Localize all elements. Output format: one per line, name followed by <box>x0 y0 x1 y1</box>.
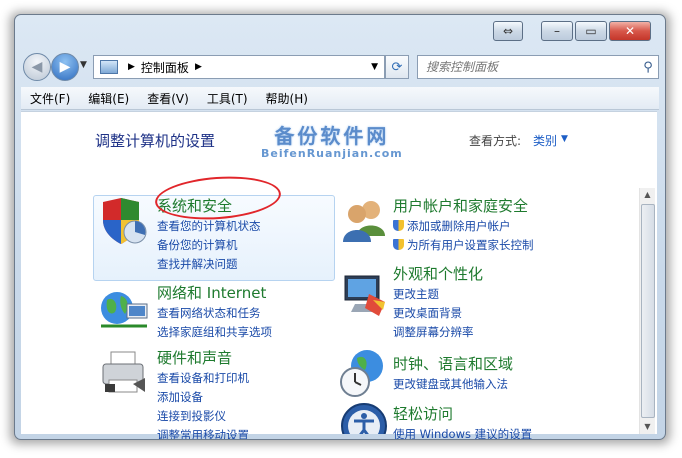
control-panel-window: ⇔ – ▭ ✕ ◀ ▶ ▼ ▶ 控制面板 ▶ ▼ ⟳ ⚲ 文件(F) 编辑(E)… <box>14 14 666 440</box>
breadcrumb-separator-icon[interactable]: ▶ <box>128 62 135 72</box>
recent-pages-dropdown[interactable]: ▼ <box>80 60 87 70</box>
scroll-down-icon[interactable]: ▼ <box>640 420 655 434</box>
refresh-button[interactable]: ⟳ <box>385 55 409 79</box>
vertical-scrollbar[interactable]: ▲ ▼ <box>639 188 655 434</box>
search-icon[interactable]: ⚲ <box>638 60 658 75</box>
resize-arrows-icon[interactable]: ⇔ <box>493 21 523 41</box>
menu-help[interactable]: 帮助(H) <box>257 90 317 107</box>
menu-file[interactable]: 文件(F) <box>21 90 79 107</box>
breadcrumb-separator-icon[interactable]: ▶ <box>195 62 202 72</box>
link-add-remove-users[interactable]: 添加或删除用户帐户 <box>393 218 511 234</box>
view-by-dropdown[interactable]: 类别 <box>533 132 557 149</box>
uac-shield-icon <box>393 239 404 250</box>
shield-icon <box>103 198 147 244</box>
link-desktop-background[interactable]: 更改桌面背景 <box>393 305 462 321</box>
network-globe-icon <box>101 292 148 328</box>
category-title-network[interactable]: 网络和 Internet <box>157 282 266 303</box>
maximize-button[interactable]: ▭ <box>575 21 607 41</box>
link-backup-computer[interactable]: 备份您的计算机 <box>157 237 238 253</box>
category-title-hardware[interactable]: 硬件和声音 <box>157 347 232 368</box>
printer-icon <box>102 351 145 393</box>
chevron-down-icon[interactable]: ▼ <box>561 134 568 144</box>
link-add-remove-users-text[interactable]: 添加或删除用户帐户 <box>407 219 511 233</box>
watermark: 备份软件网 BeifenRuanjian.com <box>261 120 403 160</box>
breadcrumb-control-panel[interactable]: 控制面板 <box>141 59 189 76</box>
clock-globe-icon <box>340 350 383 397</box>
back-button[interactable]: ◀ <box>23 53 51 81</box>
caption-buttons: ⇔ – ▭ ✕ <box>493 21 651 41</box>
menu-tools[interactable]: 工具(T) <box>198 90 257 107</box>
address-dropdown-icon[interactable]: ▼ <box>371 62 378 72</box>
link-view-computer-status[interactable]: 查看您的计算机状态 <box>157 218 261 234</box>
category-title-appearance[interactable]: 外观和个性化 <box>393 263 483 284</box>
link-change-theme[interactable]: 更改主题 <box>393 286 439 302</box>
view-by-label: 查看方式: <box>469 134 522 148</box>
category-title-clock-language[interactable]: 时钟、语言和区域 <box>393 353 513 374</box>
uac-shield-icon <box>393 220 404 231</box>
search-box[interactable]: ⚲ <box>417 55 659 79</box>
link-parental-controls[interactable]: 为所有用户设置家长控制 <box>393 237 534 253</box>
menu-edit[interactable]: 编辑(E) <box>79 90 138 107</box>
navigation-bar: ◀ ▶ ▼ ▶ 控制面板 ▶ ▼ ⟳ ⚲ <box>21 51 659 81</box>
link-screen-resolution[interactable]: 调整屏幕分辨率 <box>393 324 474 340</box>
address-bar[interactable]: ▶ 控制面板 ▶ ▼ <box>93 55 385 79</box>
close-button[interactable]: ✕ <box>609 21 651 41</box>
link-parental-controls-text[interactable]: 为所有用户设置家长控制 <box>407 238 534 252</box>
ease-of-access-icon <box>341 403 387 434</box>
scrollbar-thumb[interactable] <box>641 204 655 418</box>
link-homegroup[interactable]: 选择家庭组和共享选项 <box>157 324 272 340</box>
category-title-user-accounts[interactable]: 用户帐户和家庭安全 <box>393 195 528 216</box>
menu-view[interactable]: 查看(V) <box>138 90 198 107</box>
link-connect-projector[interactable]: 连接到投影仪 <box>157 408 226 424</box>
watermark-url: BeifenRuanjian.com <box>261 147 403 160</box>
menu-bar: 文件(F) 编辑(E) 查看(V) 工具(T) 帮助(H) <box>21 87 659 110</box>
control-panel-icon <box>100 60 118 74</box>
link-mobility-settings[interactable]: 调整常用移动设置 <box>157 427 249 439</box>
page-title: 调整计算机的设置 <box>95 132 216 150</box>
content-area: 调整计算机的设置 备份软件网 BeifenRuanjian.com 查看方式: … <box>21 111 657 439</box>
link-troubleshoot[interactable]: 查找并解决问题 <box>157 256 238 272</box>
forward-button[interactable]: ▶ <box>51 53 79 81</box>
display-icon <box>344 275 385 316</box>
category-title-ease-of-access[interactable]: 轻松访问 <box>393 403 453 424</box>
link-change-keyboard[interactable]: 更改键盘或其他输入法 <box>393 376 508 392</box>
link-network-status[interactable]: 查看网络状态和任务 <box>157 305 261 321</box>
users-icon <box>343 201 385 242</box>
link-devices-printers[interactable]: 查看设备和打印机 <box>157 370 249 386</box>
minimize-button[interactable]: – <box>541 21 573 41</box>
search-input[interactable] <box>424 59 638 75</box>
scroll-up-icon[interactable]: ▲ <box>640 188 655 202</box>
link-recommended-settings[interactable]: 使用 Windows 建议的设置 <box>393 426 532 439</box>
link-add-device[interactable]: 添加设备 <box>157 389 203 405</box>
watermark-text: 备份软件网 <box>274 124 390 148</box>
